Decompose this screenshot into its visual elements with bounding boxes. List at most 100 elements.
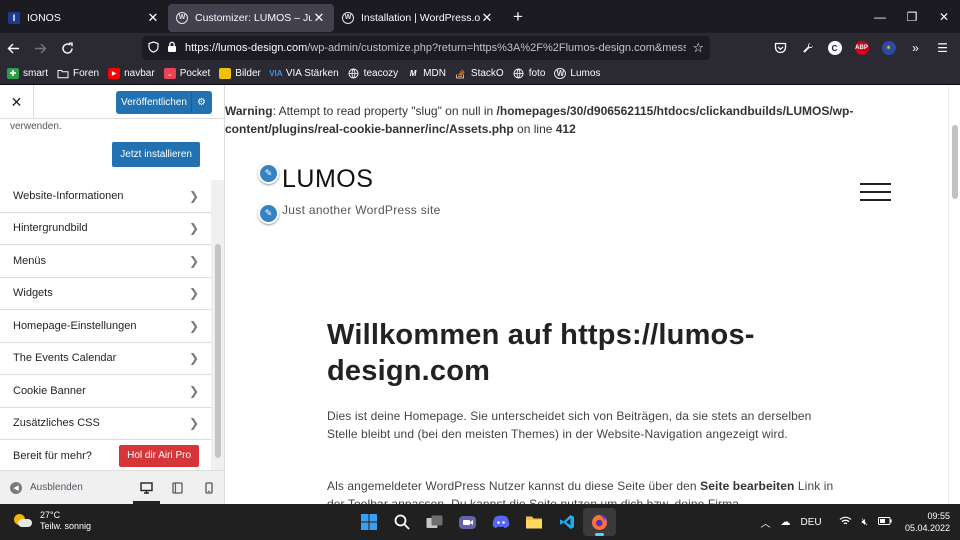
eu-extension-icon[interactable]: ✶	[875, 35, 902, 61]
bilder-icon	[219, 68, 232, 79]
forward-arrow-icon	[35, 43, 47, 53]
bookmark-smart[interactable]: ✚ smart	[7, 68, 48, 79]
navigation-toolbar: https://lumos-design.com/wp-admin/custom…	[0, 33, 960, 63]
publish-label: Veröffentlichen	[121, 97, 187, 108]
edit-tagline-pencil-icon[interactable]: ✎	[258, 203, 279, 224]
scrollbar-thumb[interactable]	[952, 125, 958, 199]
search-icon[interactable]	[385, 508, 418, 536]
bookmark-bilder[interactable]: Bilder	[219, 68, 261, 79]
bookmark-label: teacozy	[363, 68, 399, 79]
section-events-calendar[interactable]: The Events Calendar ❯	[0, 342, 211, 375]
install-now-button[interactable]: Jetzt installieren	[112, 142, 200, 167]
battery-icon[interactable]	[877, 516, 892, 528]
teams-icon[interactable]	[451, 508, 484, 536]
section-widgets[interactable]: Widgets ❯	[0, 277, 211, 310]
tab-installation[interactable]: W Installation | WordPress.org Deut ✕	[334, 4, 502, 32]
bookmark-foren[interactable]: Foren	[57, 68, 99, 79]
bookmark-navbar[interactable]: ▶ navbar	[108, 68, 155, 79]
window-controls: — ❐ ✕	[864, 0, 960, 33]
tab-customizer[interactable]: W Customizer: LUMOS – Just another ✕	[168, 3, 334, 32]
c-extension-icon[interactable]: C	[821, 35, 848, 61]
chevron-up-icon[interactable]: ︿	[761, 515, 771, 530]
sidebar-scrollbar[interactable]	[211, 180, 224, 464]
back-button[interactable]	[0, 35, 27, 61]
pro-label: Bereit für mehr?	[13, 449, 92, 462]
bookmark-mdn[interactable]: M MDN	[407, 68, 446, 79]
weather-widget[interactable]: 27°C Teilw. sonnig	[14, 510, 91, 532]
via-icon: VIA	[269, 69, 283, 78]
tablet-preview-icon[interactable]	[162, 471, 193, 505]
gear-icon[interactable]: ⚙	[191, 92, 211, 113]
more-tools-icon[interactable]: »	[902, 35, 929, 61]
close-tab-icon[interactable]: ✕	[146, 10, 160, 26]
preview-scrollbar[interactable]	[948, 85, 960, 504]
mobile-preview-icon[interactable]	[193, 471, 224, 505]
hamburger-menu-icon[interactable]	[860, 183, 891, 201]
minimize-icon[interactable]: —	[864, 0, 896, 33]
bookmark-foto[interactable]: foto	[513, 68, 546, 79]
close-tab-icon[interactable]: ✕	[480, 10, 494, 26]
tab-ionos[interactable]: I IONOS ✕	[0, 4, 168, 32]
edit-title-pencil-icon[interactable]: ✎	[258, 163, 279, 184]
url-bar[interactable]: https://lumos-design.com/wp-admin/custom…	[142, 36, 710, 60]
system-tray: ︿ ☁ DEU 🔇︎ 09:55 05.04.2022	[756, 504, 950, 540]
bookmark-label: smart	[23, 68, 48, 79]
pro-upsell-row: Bereit für mehr? Hol dir Airi Pro	[0, 440, 211, 473]
firefox-icon[interactable]	[583, 508, 616, 536]
pocket-save-icon[interactable]	[767, 35, 794, 61]
wifi-icon[interactable]	[839, 516, 852, 529]
hide-controls-button[interactable]: ◀ Ausblenden	[0, 481, 131, 494]
site-title[interactable]: LUMOS	[282, 165, 373, 194]
desktop-preview-icon[interactable]	[131, 471, 162, 504]
vscode-icon[interactable]	[550, 508, 583, 536]
mdn-icon: M	[409, 69, 417, 78]
bookmark-stacko[interactable]: StackO	[455, 68, 504, 79]
section-zusaetzliches-css[interactable]: Zusätzliches CSS ❯	[0, 407, 211, 440]
close-customizer-icon[interactable]: ✕	[0, 85, 34, 119]
bookmark-pocket[interactable]: ⌄ Pocket	[163, 68, 210, 79]
bookmark-label: Bilder	[235, 68, 261, 79]
section-homepage-einstellungen[interactable]: Homepage-Einstellungen ❯	[0, 310, 211, 343]
section-hintergrundbild[interactable]: Hintergrundbild ❯	[0, 212, 211, 245]
lock-icon[interactable]	[167, 41, 177, 56]
close-window-icon[interactable]: ✕	[928, 0, 960, 33]
bookmark-label: VIA Stärken	[285, 68, 339, 79]
bookmark-lumos[interactable]: W Lumos	[554, 68, 600, 79]
file-explorer-icon[interactable]	[517, 508, 550, 536]
section-menues[interactable]: Menüs ❯	[0, 245, 211, 278]
stackoverflow-icon	[455, 68, 467, 79]
section-cookie-banner[interactable]: Cookie Banner ❯	[0, 375, 211, 408]
tab-title: IONOS	[27, 11, 61, 24]
forward-button[interactable]	[27, 35, 54, 61]
windows-start-icon[interactable]	[352, 508, 385, 536]
new-tab-button[interactable]: +	[506, 7, 530, 27]
restore-icon[interactable]: ❐	[896, 0, 928, 33]
publish-button[interactable]: Veröffentlichen ⚙	[116, 91, 212, 114]
shield-icon[interactable]	[148, 40, 159, 56]
language-indicator[interactable]: DEU	[801, 517, 822, 528]
url-text[interactable]: https://lumos-design.com/wp-admin/custom…	[185, 42, 686, 54]
wrench-icon[interactable]	[794, 35, 821, 61]
menu-icon[interactable]: ☰	[929, 35, 956, 61]
bookmark-teacozy[interactable]: teacozy	[348, 68, 398, 79]
speaker-muted-icon[interactable]: 🔇︎	[862, 517, 868, 528]
discord-icon[interactable]	[484, 508, 517, 536]
chevron-right-icon: ❯	[188, 318, 199, 333]
bookmark-star-icon[interactable]: ☆	[692, 40, 704, 56]
clock[interactable]: 09:55 05.04.2022	[905, 510, 950, 534]
warning-line: 412	[555, 122, 576, 136]
section-website-informationen[interactable]: Website-Informationen ❯	[0, 180, 211, 213]
reload-button[interactable]	[54, 35, 81, 61]
close-tab-icon[interactable]: ✕	[312, 10, 326, 26]
bookmark-via[interactable]: VIA VIA Stärken	[269, 68, 339, 79]
bookmark-label: foto	[528, 68, 546, 79]
partly-sunny-icon	[14, 514, 34, 528]
scrollbar-thumb[interactable]	[215, 244, 221, 458]
section-label: Menüs	[13, 254, 47, 267]
onedrive-cloud-icon[interactable]: ☁	[781, 517, 791, 528]
clock-time: 09:55	[927, 511, 950, 521]
chevron-right-icon: ❯	[188, 221, 199, 236]
airi-pro-button[interactable]: Hol dir Airi Pro	[119, 444, 199, 467]
task-view-icon[interactable]	[418, 508, 451, 536]
adblock-plus-icon[interactable]: ABP	[848, 35, 875, 61]
